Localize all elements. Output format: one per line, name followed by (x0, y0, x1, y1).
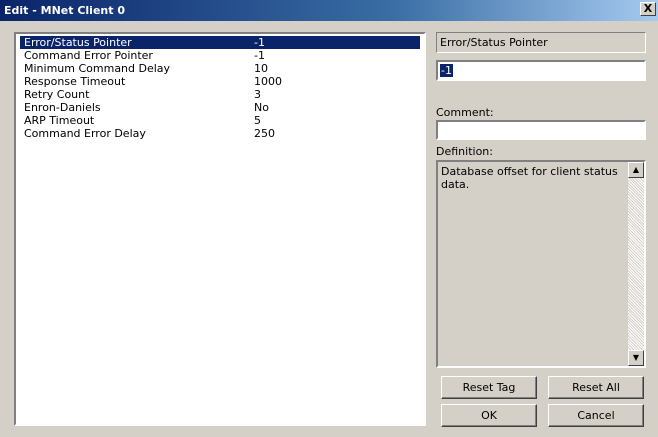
selected-parameter-name: Error/Status Pointer (436, 32, 646, 53)
arrow-down-icon: ▼ (632, 353, 640, 362)
param-name: Response Timeout (24, 75, 126, 88)
list-item[interactable]: Minimum Command Delay 10 (20, 62, 420, 75)
cancel-button[interactable]: Cancel (548, 404, 644, 427)
close-icon: X (643, 2, 653, 15)
parameter-list[interactable]: Error/Status Pointer -1 Command Error Po… (14, 32, 426, 426)
param-value: 10 (254, 62, 268, 75)
ok-button[interactable]: OK (441, 404, 537, 427)
list-item[interactable]: Error/Status Pointer -1 (20, 36, 420, 49)
definition-text: Database offset for client status data. (441, 165, 618, 191)
param-value: 1000 (254, 75, 282, 88)
definition-box: Database offset for client status data. … (436, 160, 646, 368)
edit-dialog: Edit - MNet Client 0 X Error/Status Poin… (0, 0, 658, 437)
title-bar[interactable]: Edit - MNet Client 0 X (0, 0, 658, 21)
param-value: No (254, 101, 269, 114)
definition-label: Definition: (436, 145, 493, 158)
definition-scrollbar[interactable]: ▲ ▼ (628, 162, 644, 366)
list-item[interactable]: Retry Count 3 (20, 88, 420, 101)
value-input[interactable]: -1 (436, 60, 646, 81)
close-button[interactable]: X (640, 2, 656, 16)
param-value: 3 (254, 88, 261, 101)
comment-label: Comment: (436, 106, 494, 119)
comment-input[interactable] (436, 120, 646, 140)
param-name: Minimum Command Delay (24, 62, 171, 75)
param-name: Error/Status Pointer (24, 36, 132, 49)
param-name: Enron-Daniels (24, 101, 101, 114)
param-name: ARP Timeout (24, 114, 95, 127)
list-item[interactable]: Command Error Pointer -1 (20, 49, 420, 62)
list-item[interactable]: Command Error Delay 250 (20, 127, 420, 140)
scroll-down-button[interactable]: ▼ (628, 350, 644, 366)
param-value: 250 (254, 127, 275, 140)
param-name: Command Error Pointer (24, 49, 153, 62)
value-text: -1 (440, 64, 453, 77)
param-value: -1 (254, 49, 265, 62)
reset-all-button[interactable]: Reset All (548, 376, 644, 399)
param-value: -1 (254, 36, 265, 49)
list-item[interactable]: Response Timeout 1000 (20, 75, 420, 88)
list-item[interactable]: Enron-Daniels No (20, 101, 420, 114)
list-item[interactable]: ARP Timeout 5 (20, 114, 420, 127)
reset-tag-button[interactable]: Reset Tag (441, 376, 537, 399)
scroll-up-button[interactable]: ▲ (628, 162, 644, 178)
arrow-up-icon: ▲ (632, 165, 640, 174)
param-value: 5 (254, 114, 261, 127)
param-name: Retry Count (24, 88, 90, 101)
param-name: Command Error Delay (24, 127, 146, 140)
window-title: Edit - MNet Client 0 (4, 4, 125, 17)
